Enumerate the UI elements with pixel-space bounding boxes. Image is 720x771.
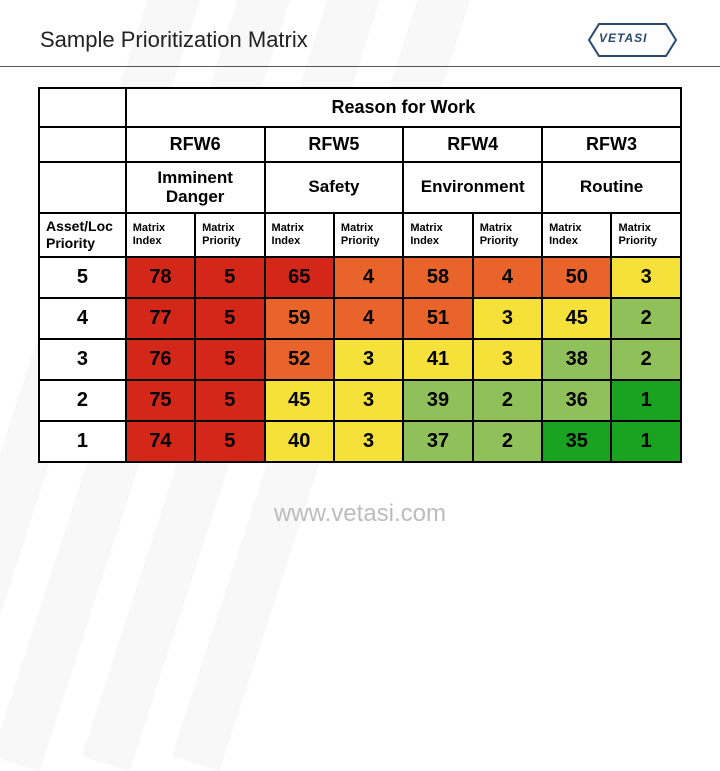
table-row: RFW6 RFW5 RFW4 RFW3 <box>39 127 681 162</box>
matrix-index-cell: 51 <box>403 298 472 339</box>
reason-environment: Environment <box>403 162 542 213</box>
table-row: 2755453392361 <box>39 380 681 421</box>
matrix-priority-cell: 3 <box>473 298 542 339</box>
table-row: 4775594513452 <box>39 298 681 339</box>
matrix-index-cell: 77 <box>126 298 195 339</box>
blank-cell <box>39 88 126 127</box>
matrix-priority-cell: 4 <box>334 257 403 298</box>
col-header-rfw5: RFW5 <box>265 127 404 162</box>
sub-header-index: Matrix Index <box>265 213 334 257</box>
sub-header-index: Matrix Index <box>542 213 611 257</box>
matrix-priority-cell: 4 <box>334 298 403 339</box>
matrix-priority-cell: 5 <box>195 339 264 380</box>
table-row: Imminent Danger Safety Environment Routi… <box>39 162 681 213</box>
blank-cell <box>39 127 126 162</box>
table-row: Asset/Loc Priority Matrix Index Matrix P… <box>39 213 681 257</box>
sub-header-priority: Matrix Priority <box>195 213 264 257</box>
matrix-index-cell: 45 <box>265 380 334 421</box>
sub-header-index: Matrix Index <box>403 213 472 257</box>
slide-header: Sample Prioritization Matrix VETASI <box>0 0 720 67</box>
matrix-index-cell: 78 <box>126 257 195 298</box>
matrix-priority-cell: 1 <box>611 380 681 421</box>
footer-url: www.vetasi.com <box>0 500 720 528</box>
sub-header-index: Matrix Index <box>126 213 195 257</box>
matrix-priority-cell: 2 <box>473 421 542 462</box>
matrix-index-cell: 74 <box>126 421 195 462</box>
matrix-index-cell: 37 <box>403 421 472 462</box>
table-row: 3765523413382 <box>39 339 681 380</box>
matrix-index-cell: 58 <box>403 257 472 298</box>
matrix-priority-cell: 1 <box>611 421 681 462</box>
vetasi-logo: VETASI <box>585 22 680 58</box>
matrix-index-cell: 59 <box>265 298 334 339</box>
reason-routine: Routine <box>542 162 681 213</box>
matrix-index-cell: 50 <box>542 257 611 298</box>
col-header-rfw4: RFW4 <box>403 127 542 162</box>
col-header-rfw3: RFW3 <box>542 127 681 162</box>
matrix-priority-cell: 2 <box>611 339 681 380</box>
matrix-table-wrap: Reason for Work RFW6 RFW5 RFW4 RFW3 Immi… <box>0 67 720 463</box>
matrix-index-cell: 76 <box>126 339 195 380</box>
matrix-index-cell: 52 <box>265 339 334 380</box>
matrix-priority-cell: 3 <box>334 380 403 421</box>
row-label: 3 <box>39 339 126 380</box>
matrix-priority-cell: 2 <box>611 298 681 339</box>
matrix-priority-cell: 5 <box>195 257 264 298</box>
matrix-index-cell: 41 <box>403 339 472 380</box>
matrix-index-cell: 35 <box>542 421 611 462</box>
matrix-priority-cell: 5 <box>195 380 264 421</box>
matrix-index-cell: 65 <box>265 257 334 298</box>
sub-header-priority: Matrix Priority <box>334 213 403 257</box>
col-header-rfw6: RFW6 <box>126 127 265 162</box>
matrix-priority-cell: 2 <box>473 380 542 421</box>
table-row: 5785654584503 <box>39 257 681 298</box>
logo-text: VETASI <box>599 31 647 45</box>
matrix-index-cell: 39 <box>403 380 472 421</box>
matrix-index-cell: 38 <box>542 339 611 380</box>
matrix-index-cell: 75 <box>126 380 195 421</box>
table-row: 1745403372351 <box>39 421 681 462</box>
reason-for-work-header: Reason for Work <box>126 88 681 127</box>
matrix-index-cell: 36 <box>542 380 611 421</box>
matrix-priority-cell: 3 <box>473 339 542 380</box>
row-label: 1 <box>39 421 126 462</box>
prioritization-matrix-table: Reason for Work RFW6 RFW5 RFW4 RFW3 Immi… <box>38 87 682 463</box>
row-label: 4 <box>39 298 126 339</box>
sub-header-priority: Matrix Priority <box>611 213 681 257</box>
row-label: 2 <box>39 380 126 421</box>
blank-cell <box>39 162 126 213</box>
matrix-priority-cell: 5 <box>195 298 264 339</box>
matrix-priority-cell: 4 <box>473 257 542 298</box>
sub-header-priority: Matrix Priority <box>473 213 542 257</box>
matrix-priority-cell: 5 <box>195 421 264 462</box>
table-row: Reason for Work <box>39 88 681 127</box>
matrix-priority-cell: 3 <box>611 257 681 298</box>
row-label: 5 <box>39 257 126 298</box>
matrix-priority-cell: 3 <box>334 421 403 462</box>
matrix-index-cell: 45 <box>542 298 611 339</box>
asset-loc-priority-header: Asset/Loc Priority <box>39 213 126 257</box>
page-title: Sample Prioritization Matrix <box>40 27 308 53</box>
matrix-priority-cell: 3 <box>334 339 403 380</box>
reason-safety: Safety <box>265 162 404 213</box>
matrix-index-cell: 40 <box>265 421 334 462</box>
reason-imminent-danger: Imminent Danger <box>126 162 265 213</box>
